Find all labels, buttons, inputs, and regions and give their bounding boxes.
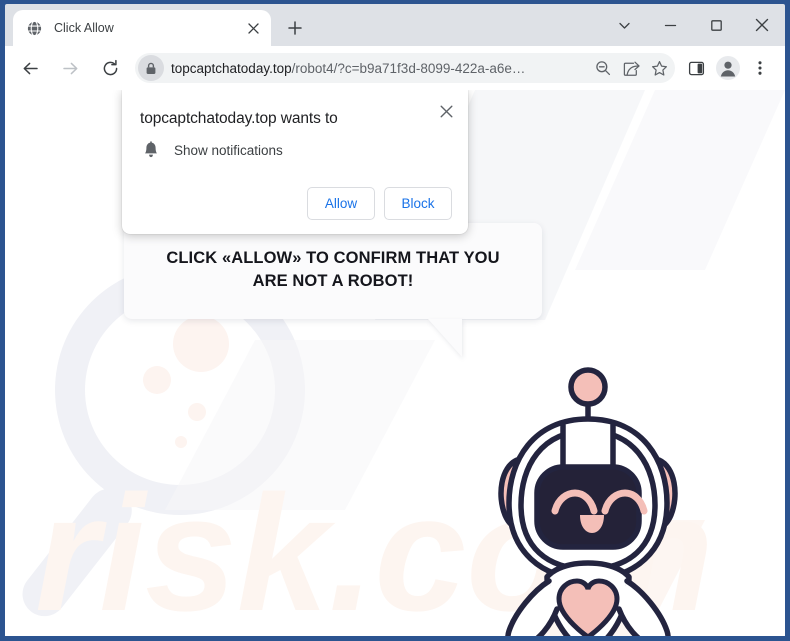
- window-controls: [601, 4, 785, 46]
- speech-bubble-text: CLICK «ALLOW» TO CONFIRM THAT YOU ARE NO…: [150, 247, 516, 293]
- page-viewport: risk.com CLICK «ALLOW» TO CONFIRM THAT Y…: [5, 90, 785, 636]
- reload-button[interactable]: [95, 53, 125, 83]
- speech-bubble-tail: [428, 318, 462, 357]
- dialog-close-icon[interactable]: [433, 98, 459, 124]
- speech-bubble-line-2: ARE NOT A ROBOT!: [252, 271, 414, 290]
- block-button[interactable]: Block: [384, 187, 452, 220]
- profile-avatar-icon[interactable]: [713, 53, 743, 83]
- permission-label: Show notifications: [174, 142, 283, 158]
- tab-strip: Click Allow: [5, 4, 785, 46]
- maximize-button[interactable]: [693, 5, 739, 45]
- tab-search-button[interactable]: [601, 5, 647, 45]
- minimize-button[interactable]: [647, 5, 693, 45]
- url-path: /robot4/?c=b9a71f3d-8099-422a-a6e…: [291, 60, 526, 76]
- browser-window: Click Allow topcaptchatoday.top/robot4/?…: [0, 0, 790, 641]
- url-domain: topcaptchatoday.top: [171, 60, 292, 76]
- more-menu-icon[interactable]: [745, 53, 775, 83]
- lock-icon[interactable]: [138, 55, 164, 81]
- address-bar[interactable]: topcaptchatoday.top/robot4/?c=b9a71f3d-8…: [135, 53, 675, 83]
- browser-toolbar: topcaptchatoday.top/robot4/?c=b9a71f3d-8…: [5, 46, 785, 90]
- bell-icon: [140, 141, 162, 159]
- bookmark-star-icon[interactable]: [645, 54, 673, 82]
- forward-button[interactable]: [55, 53, 85, 83]
- omnibox-icons: [589, 54, 673, 82]
- back-button[interactable]: [15, 53, 45, 83]
- new-tab-button[interactable]: [280, 13, 310, 43]
- tab-title: Click Allow: [54, 21, 114, 35]
- speech-bubble-line-1: CLICK «ALLOW» TO CONFIRM THAT YOU: [166, 249, 500, 267]
- close-button[interactable]: [739, 5, 785, 45]
- browser-tab[interactable]: Click Allow: [13, 10, 271, 46]
- robot-mascot: [498, 367, 678, 636]
- zoom-out-icon[interactable]: [589, 54, 617, 82]
- tab-close-icon[interactable]: [241, 16, 265, 40]
- dialog-title: topcaptchatoday.top wants to: [140, 110, 338, 127]
- share-icon[interactable]: [617, 54, 645, 82]
- side-panel-icon[interactable]: [681, 53, 711, 83]
- allow-button[interactable]: Allow: [307, 187, 375, 220]
- permission-row: Show notifications: [138, 141, 452, 159]
- notification-permission-dialog: topcaptchatoday.top wants to Show notifi…: [122, 90, 468, 234]
- dialog-actions: Allow Block: [138, 187, 452, 220]
- toolbar-right-icons: [681, 53, 777, 83]
- speech-bubble: CLICK «ALLOW» TO CONFIRM THAT YOU ARE NO…: [124, 223, 542, 357]
- url-text[interactable]: topcaptchatoday.top/robot4/?c=b9a71f3d-8…: [171, 61, 589, 76]
- globe-icon: [26, 20, 43, 37]
